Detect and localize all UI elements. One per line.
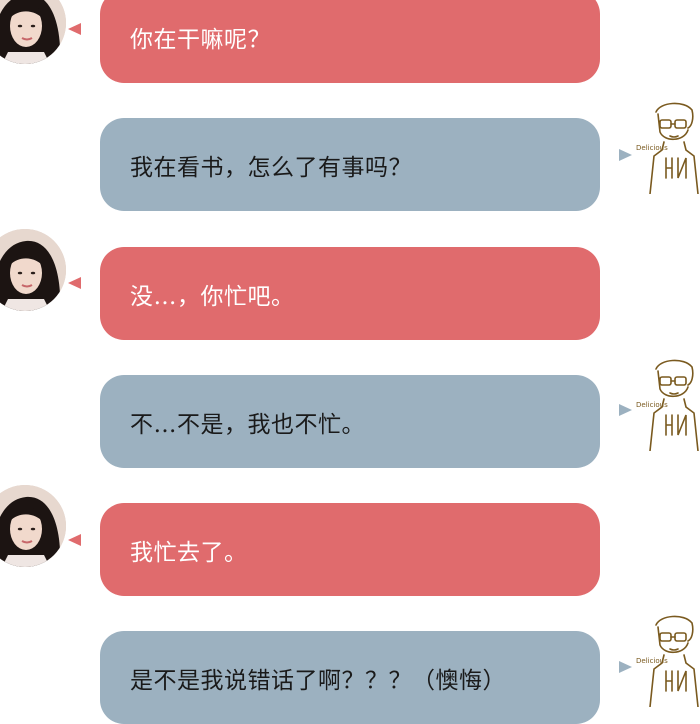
bubble-tail	[68, 277, 81, 289]
message-text: 我忙去了。	[130, 539, 248, 566]
message-text: 你在干嘛呢？	[130, 26, 271, 53]
avatar-him[interactable]: Delicious	[636, 611, 700, 707]
message-text: 是不是我说错话了啊？？？（懊悔）	[130, 668, 506, 694]
girl-portrait-icon	[0, 0, 66, 64]
bubble-tail	[68, 534, 81, 546]
bubble-tail	[619, 404, 632, 416]
bubble-tail	[619, 661, 632, 673]
message-text: 我在看书，怎么了有事吗？	[130, 154, 412, 181]
avatar-her[interactable]	[0, 0, 66, 64]
bubble-tail	[68, 23, 81, 35]
avatar-him[interactable]: Delicious	[636, 98, 700, 194]
message-bubble[interactable]: 我在看书，怎么了有事吗？	[100, 118, 600, 211]
message-bubble[interactable]: 是不是我说错话了啊？？？（懊悔）	[100, 631, 600, 724]
girl-portrait-icon	[0, 485, 66, 567]
avatar-caption: Delicious	[636, 401, 668, 409]
avatar-caption: Delicious	[636, 657, 668, 665]
bubble-tail	[619, 149, 632, 161]
avatar-her[interactable]	[0, 229, 66, 311]
avatar-her[interactable]	[0, 485, 66, 567]
message-text: 没…，你忙吧。	[130, 283, 295, 310]
cartoon-boy-sketch-icon: Delicious	[636, 615, 699, 707]
message-text: 不…不是，我也不忙。	[130, 411, 365, 438]
message-bubble[interactable]: 没…，你忙吧。	[100, 247, 600, 340]
message-bubble[interactable]: 不…不是，我也不忙。	[100, 375, 600, 468]
message-bubble[interactable]: 你在干嘛呢？	[100, 0, 600, 83]
avatar-him[interactable]: Delicious	[636, 355, 700, 451]
message-bubble[interactable]: 我忙去了。	[100, 503, 600, 596]
cartoon-boy-sketch-icon: Delicious	[636, 359, 699, 451]
avatar-caption: Delicious	[636, 144, 668, 152]
girl-portrait-icon	[0, 229, 66, 311]
cartoon-boy-sketch-icon: Delicious	[636, 102, 699, 194]
